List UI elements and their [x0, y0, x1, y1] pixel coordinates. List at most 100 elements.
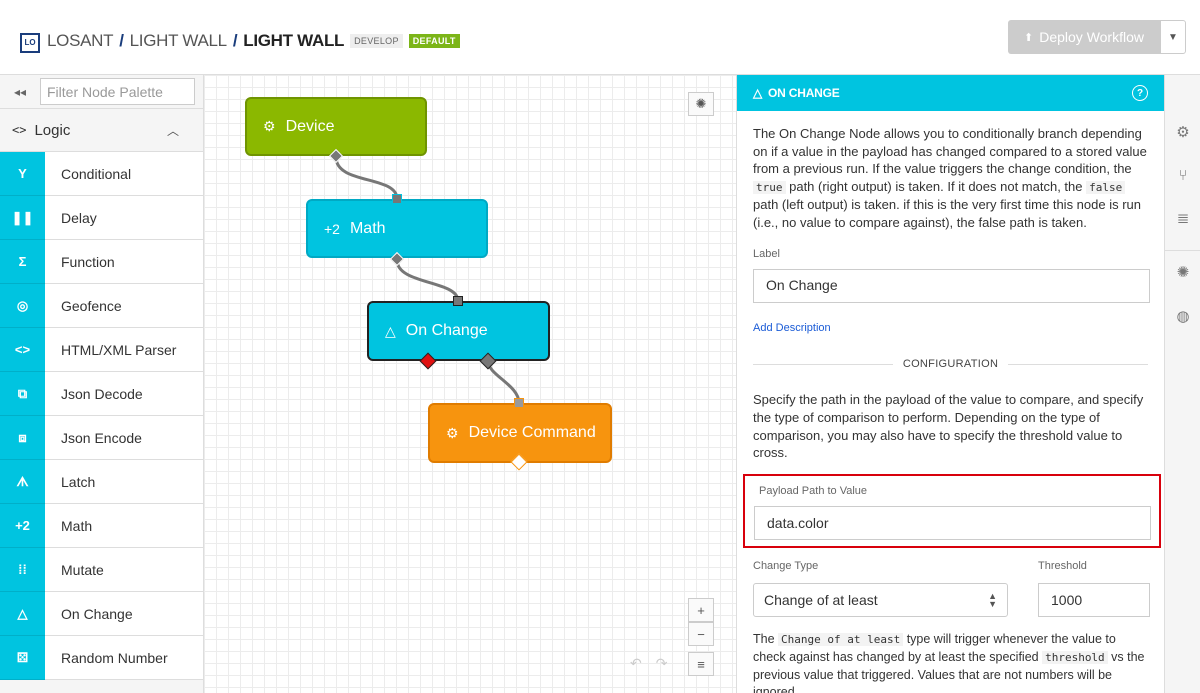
palette-node-label: Geofence: [61, 297, 122, 314]
top-header: LO LOSANT / LIGHT WALL / LIGHT WALL DEVE…: [0, 0, 1200, 75]
deploy-workflow-label: Deploy Workflow: [1039, 29, 1144, 45]
hamburger-icon: ≡: [697, 656, 705, 672]
node-label: Device Command: [468, 424, 596, 441]
mutate-icon: ⁞⁞: [0, 548, 45, 592]
palette-node-random-number[interactable]: ⚄ Random Number: [0, 636, 203, 680]
workflow-node-math[interactable]: +2 Math: [306, 199, 488, 258]
palette-node-math[interactable]: +2 Math: [0, 504, 203, 548]
breadcrumb-workflow: LIGHT WALL: [243, 31, 345, 50]
change-type-select[interactable]: Change of at least ▲ ▼: [753, 583, 1008, 618]
globe-icon[interactable]: ◍: [1165, 307, 1200, 325]
workflow-node-device[interactable]: ⚙ Device: [245, 97, 427, 156]
code-icon: <>: [0, 328, 45, 372]
triangle-icon: △: [753, 86, 763, 100]
workflow-canvas[interactable]: ✺ ⚙ Device +2 Math △ On Change ⚙ Device …: [204, 75, 736, 693]
chevron-up-icon: ︿: [166, 123, 179, 138]
palette-node-label: Conditional: [61, 165, 132, 182]
json-decode-icon: ⧉: [0, 372, 45, 416]
minus-icon: −: [697, 626, 705, 642]
math-icon: +2: [0, 504, 45, 548]
node-palette: ◂◂ <> Logic ︿ Y Conditional ❚❚ Delay Σ Functi…: [0, 75, 204, 693]
double-chevron-left-icon: ◂◂: [13, 84, 27, 99]
panel-header: △ ON CHANGE ?: [737, 75, 1164, 111]
change-type-label: Change Type: [753, 559, 819, 572]
threshold-input[interactable]: 1000: [1038, 583, 1150, 618]
breadcrumb-org[interactable]: LOSANT: [47, 31, 114, 51]
undo-icon[interactable]: ↶: [630, 655, 642, 672]
plus-icon: +: [697, 602, 705, 618]
upload-icon: ⬆: [1024, 31, 1034, 44]
palette-node-label: Delay: [61, 209, 97, 226]
palette-node-html-xml-parser[interactable]: <> HTML/XML Parser: [0, 328, 203, 372]
label-field-label: Label: [753, 247, 780, 260]
bug-icon[interactable]: ✺: [1165, 263, 1200, 281]
palette-node-label: On Change: [61, 605, 133, 622]
target-icon: ◎: [0, 284, 45, 328]
help-icon[interactable]: ?: [1132, 85, 1148, 101]
input-connector[interactable]: [453, 296, 463, 306]
gear-icon[interactable]: ⚙: [1165, 123, 1200, 141]
node-label: Math: [349, 219, 386, 237]
palette-node-json-decode[interactable]: ⧉ Json Decode: [0, 372, 203, 416]
deploy-workflow-button[interactable]: ⬆ Deploy Workflow: [1008, 20, 1160, 54]
category-label: Logic: [34, 121, 71, 139]
node-config-panel: △ ON CHANGE ? The On Change Node allows …: [736, 75, 1164, 693]
undo-redo-group: ↶ ↷: [630, 655, 667, 672]
palette-node-on-change[interactable]: △ On Change: [0, 592, 203, 636]
category-header-logic[interactable]: <> Logic ︿: [0, 109, 203, 152]
palette-node-delay[interactable]: ❚❚ Delay: [0, 196, 203, 240]
right-rail: ⚙ ⑂ ≣ ✺ ◍: [1164, 75, 1200, 693]
dice-icon: ⚄: [0, 636, 45, 680]
collapse-palette-button[interactable]: ◂◂: [0, 75, 40, 109]
payload-path-input[interactable]: data.color: [754, 506, 1151, 541]
workflow-node-on-change[interactable]: △ On Change: [367, 301, 550, 361]
breadcrumb: LOSANT / LIGHT WALL / LIGHT WALL DEVELOP…: [47, 31, 460, 51]
latch-icon: ᗑ: [0, 460, 45, 504]
palette-node-label: Mutate: [61, 561, 104, 578]
section-title-text: CONFIGURATION: [902, 357, 999, 370]
database-icon[interactable]: ≣: [1165, 209, 1200, 227]
chip-icon: ⚙: [263, 118, 276, 134]
breadcrumb-application[interactable]: LIGHT WALL: [130, 31, 227, 51]
deploy-options-dropdown[interactable]: ▼: [1160, 20, 1186, 54]
palette-node-json-encode[interactable]: ⧈ Json Encode: [0, 416, 203, 460]
input-connector[interactable]: [514, 398, 524, 408]
palette-node-function[interactable]: Σ Function: [0, 240, 203, 284]
zoom-out-button[interactable]: −: [688, 622, 714, 646]
palette-node-label: Random Number: [61, 649, 168, 666]
json-encode-icon: ⧈: [0, 416, 45, 460]
zoom-in-button[interactable]: +: [688, 598, 714, 622]
palette-node-geofence[interactable]: ◎ Geofence: [0, 284, 203, 328]
chip-icon: ⚙: [446, 424, 459, 441]
redo-icon[interactable]: ↷: [656, 655, 668, 672]
palette-node-label: Json Encode: [61, 429, 142, 446]
node-description: The On Change Node allows you to conditi…: [753, 126, 1147, 230]
develop-badge: DEVELOP: [350, 34, 403, 48]
label-input[interactable]: On Change: [753, 269, 1150, 304]
palette-node-label: Function: [61, 253, 115, 270]
palette-node-latch[interactable]: ᗑ Latch: [0, 460, 203, 504]
configuration-description: Specify the path in the payload of the v…: [753, 392, 1144, 461]
add-description-link[interactable]: Add Description: [753, 320, 1148, 338]
branch-icon[interactable]: ⑂: [1165, 167, 1200, 184]
configuration-section-title: CONFIGURATION: [753, 356, 1148, 374]
node-list: Y Conditional ❚❚ Delay Σ Function ◎ Geofence <> H…: [0, 152, 203, 680]
conditional-icon: Y: [0, 152, 45, 196]
palette-node-label: Json Decode: [61, 385, 143, 402]
palette-node-conditional[interactable]: Y Conditional: [0, 152, 203, 196]
palette-node-label: Latch: [61, 473, 96, 490]
palette-node-mutate[interactable]: ⁞⁞ Mutate: [0, 548, 203, 592]
filter-node-palette-input[interactable]: [40, 78, 195, 105]
sigma-icon: Σ: [0, 240, 45, 284]
code-icon: <>: [12, 123, 27, 137]
change-type-row: Change Type Change of at least ▲ ▼ Thresh…: [753, 558, 1150, 618]
change-type-help-text: The Change of at least type will trigger…: [753, 632, 1145, 693]
select-arrows-icon: ▲ ▼: [988, 591, 997, 610]
breadcrumb-separator: /: [232, 31, 238, 50]
canvas-menu-button[interactable]: ≡: [688, 652, 714, 676]
input-connector[interactable]: [392, 194, 402, 204]
node-label: On Change: [405, 322, 488, 339]
palette-toolbar: ◂◂: [0, 75, 203, 109]
default-badge: DEFAULT: [408, 34, 460, 48]
losant-logo[interactable]: LO: [20, 33, 40, 53]
